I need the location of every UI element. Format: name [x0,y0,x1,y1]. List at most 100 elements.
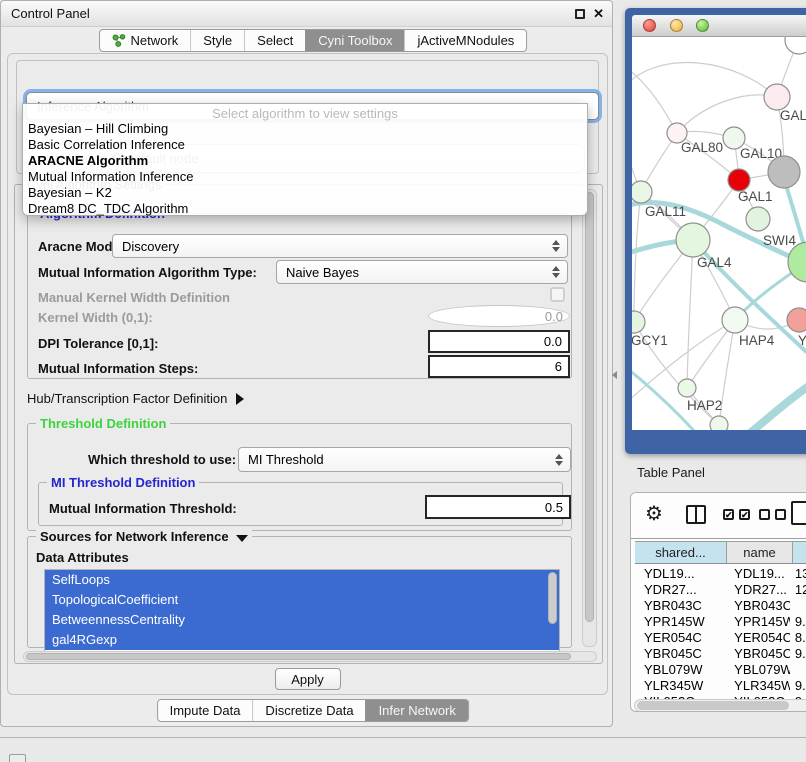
network-node-gal[interactable] [764,84,790,110]
hub-definition-label: Hub/Transcription Factor Definition [27,391,227,406]
column-header-name[interactable]: name [727,542,793,563]
dpi-tolerance-field[interactable]: 0.0 [428,330,570,353]
manual-kernel-width-checkbox[interactable] [550,287,565,302]
table-row[interactable]: YBL079WYBL079W [635,661,806,677]
collapse-arrow-icon[interactable] [236,535,248,542]
node-label: HAP2 [687,398,722,413]
which-threshold-value: MI Threshold [248,452,324,467]
network-node-gal4[interactable] [676,223,710,257]
table-row[interactable]: YBR043CYBR043C [635,597,806,613]
apply-button[interactable]: Apply [275,668,341,690]
threshold-definition-group: Threshold Definition Which threshold to … [27,423,572,531]
settings-hscrollbar-thumb[interactable] [26,653,571,660]
tab-label: jActiveMNodules [417,33,514,48]
mi-steps-value: 6 [555,359,562,374]
network-node[interactable] [710,416,728,430]
attribute-item-gal4rgexp[interactable]: gal4RGexp [45,630,559,650]
deselect-all-checkbox-icon[interactable] [759,509,770,520]
bottom-tab-impute-data[interactable]: Impute Data [158,700,253,721]
mi-threshold-field[interactable]: 0.5 [425,495,571,519]
dpi-tolerance-value: 0.0 [544,334,562,349]
which-threshold-label: Which threshold to use: [88,452,236,467]
algorithm-option-bayesian-k2[interactable]: Bayesian – K2 [23,185,587,201]
network-node-gal11[interactable] [632,181,652,203]
table-cell: YPR145W [725,614,790,629]
algorithm-option-dream8-dc-tdc-algorithm[interactable]: Dream8 DC_TDC Algorithm [23,201,587,217]
spinner-icon[interactable] [552,240,560,252]
network-canvas[interactable]: GALGAL80GAL10GAL1GAL11SWI4GAL4GCY1HAP4YH… [632,37,806,430]
float-window-icon[interactable] [575,9,585,19]
export-table-icon[interactable] [791,501,806,525]
network-node-gal1[interactable] [728,169,750,191]
table-row[interactable]: YPR145WYPR145W9. [635,613,806,629]
tab-select[interactable]: Select [244,30,305,51]
network-node-y[interactable] [787,308,806,332]
attribute-item-topologicalcoefficient[interactable]: TopologicalCoefficient [45,590,559,610]
algorithm-option-aracne-algorithm[interactable]: ARACNE Algorithm [23,153,587,169]
algorithm-option-mutual-information-inference[interactable]: Mutual Information Inference [23,169,587,185]
panel-divider-handle[interactable] [612,371,617,379]
table-row[interactable]: YBR045CYBR045C9. [635,645,806,661]
zoom-button[interactable] [696,19,709,32]
data-attributes-list[interactable]: SelfLoopsTopologicalCoefficientBetweenne… [44,569,560,653]
split-columns-icon[interactable] [686,505,706,524]
expand-arrow-icon[interactable] [236,393,244,405]
hub-definition-expander[interactable]: Hub/Transcription Factor Definition [27,391,244,406]
spinner-icon[interactable] [552,266,560,278]
algorithm-option-bayesian-hill-climbing[interactable]: Bayesian – Hill Climbing [23,121,587,137]
tab-jactivemnodules[interactable]: jActiveMNodules [404,30,526,51]
gear-icon[interactable]: ⚙ [645,502,663,526]
node-label: HAP4 [739,333,775,348]
spinner-icon[interactable] [555,454,563,466]
minimize-button[interactable] [670,19,683,32]
bottom-tab-infer-network[interactable]: Infer Network [366,700,468,721]
table-cell: YLR345W [725,678,790,693]
table-row[interactable]: YER054CYER054C8. [635,629,806,645]
table-cell: YBR045C [635,646,725,661]
mi-threshold-definition-group: MI Threshold Definition Mutual Informati… [38,482,563,526]
select-all-checkbox-icon[interactable]: ✔ [723,509,734,520]
network-node-hap4[interactable] [722,307,748,333]
column-header-col2[interactable] [793,542,806,563]
network-node[interactable] [768,156,800,188]
bottom-tab-discretize-data[interactable]: Discretize Data [252,700,365,721]
select-all-checkbox-icon[interactable]: ✔ [739,509,750,520]
settings-vscrollbar[interactable] [582,189,597,647]
node-label: GCY1 [632,333,668,348]
kernel-width-field[interactable]: 0.0 [428,305,570,327]
dropdown-placeholder: Select algorithm to view settings [23,106,587,121]
tab-style[interactable]: Style [190,30,244,51]
mi-steps-field[interactable]: 6 [428,355,570,378]
table-hscrollbar-thumb[interactable] [637,701,789,710]
table-hscrollbar[interactable] [634,699,806,712]
mi-algorithm-type-combobox[interactable]: Naive Bayes [276,260,568,284]
table-row[interactable]: YLR345WYLR345W9. [635,677,806,693]
tab-cyni-toolbox[interactable]: Cyni Toolbox [305,30,404,51]
settings-vscrollbar-thumb[interactable] [585,192,594,622]
node-label: Y [798,333,806,348]
tab-network[interactable]: Network [100,30,191,51]
aracne-mode-combobox[interactable]: Discovery [112,234,568,258]
attribute-item-betweennesscentrality[interactable]: BetweennessCentrality [45,610,559,630]
close-button[interactable] [643,19,656,32]
network-node-hap2[interactable] [678,379,696,397]
apply-button-label: Apply [291,672,324,687]
attribute-item-selfloops[interactable]: SelfLoops [45,570,559,590]
list-scrollbar-thumb[interactable] [548,572,557,624]
settings-hscrollbar[interactable] [23,651,597,662]
tab-label: Style [203,33,232,48]
table-row[interactable]: YDL19...YDL19...13 [635,565,806,581]
corner-widget[interactable] [9,754,26,762]
algorithm-option-basic-correlation-inference[interactable]: Basic Correlation Inference [23,137,587,153]
column-header-shared[interactable]: shared... [635,542,727,563]
network-node-swi4[interactable] [746,207,770,231]
table-row[interactable]: YDR27...YDR27...12 [635,581,806,597]
table-cell: 13 [790,566,806,581]
deselect-all-checkbox-icon[interactable] [775,509,786,520]
network-node-gcy1[interactable] [632,311,645,333]
network-graph[interactable]: GALGAL80GAL10GAL1GAL11SWI4GAL4GCY1HAP4YH… [632,37,806,430]
network-node[interactable] [785,37,806,54]
which-threshold-combobox[interactable]: MI Threshold [238,447,571,472]
close-window-icon[interactable]: ✕ [593,9,604,19]
network-node[interactable] [788,242,806,282]
